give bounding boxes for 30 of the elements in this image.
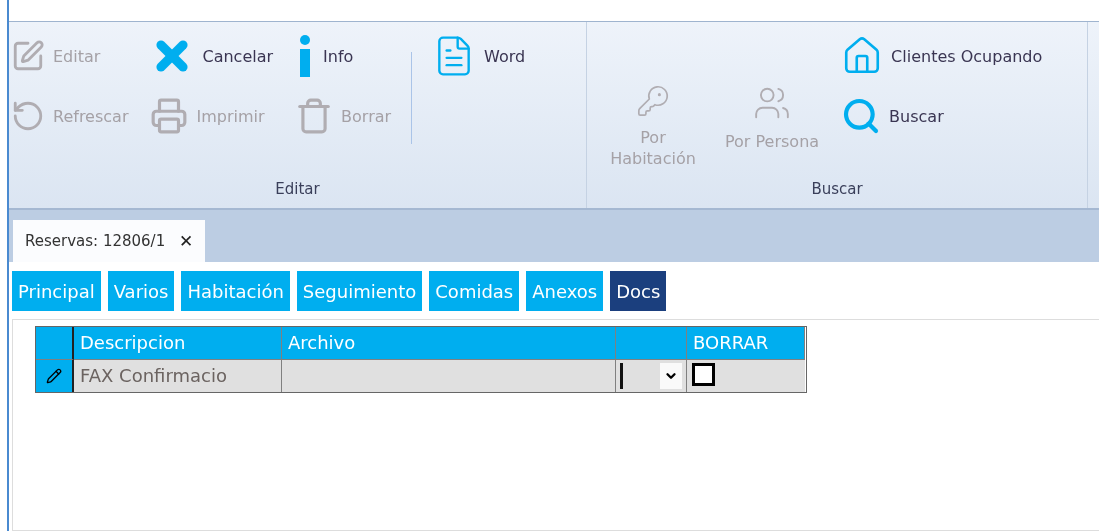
ribbon-button[interactable]: Buscar	[839, 92, 1045, 140]
tab[interactable]: Seguimiento	[296, 271, 423, 311]
pencil-icon	[46, 368, 62, 384]
document-tab-title: Reservas: 12806/1	[25, 232, 166, 250]
combo-field[interactable]	[616, 360, 687, 392]
group-label: Editar	[274, 180, 321, 200]
tab[interactable]: Anexos	[526, 271, 604, 311]
column-header: Descripcion	[74, 327, 282, 360]
edit-icon	[11, 39, 45, 73]
group-label: Buscar	[810, 180, 864, 200]
tab[interactable]: Comidas	[429, 271, 520, 311]
close-button[interactable]: ✕	[179, 230, 194, 252]
column-header: BORRAR	[687, 327, 805, 360]
dropdown-button[interactable]	[660, 363, 682, 389]
key-icon	[636, 84, 670, 118]
tab[interactable]: Habitación	[181, 271, 290, 311]
printer-icon	[150, 97, 189, 135]
table-cell: FAX Confirmacio	[74, 360, 282, 392]
column-header	[616, 327, 687, 360]
ribbon-button[interactable]: Info	[293, 32, 394, 80]
tab[interactable]: Docs	[610, 271, 667, 311]
ribbon-button[interactable]: Word	[430, 32, 528, 80]
checkbox[interactable]	[692, 363, 715, 386]
ribbon-button[interactable]: Clientes Ocupando	[839, 32, 1045, 80]
refresh-icon	[11, 99, 45, 133]
tab[interactable]: Principal	[12, 271, 101, 311]
tab[interactable]: Varios	[107, 271, 175, 311]
ribbon-button[interactable]: Cancelar	[148, 32, 276, 80]
column-header: Archivo	[282, 327, 616, 360]
document-tab[interactable]: Reservas: 12806/1 ✕	[13, 220, 206, 262]
